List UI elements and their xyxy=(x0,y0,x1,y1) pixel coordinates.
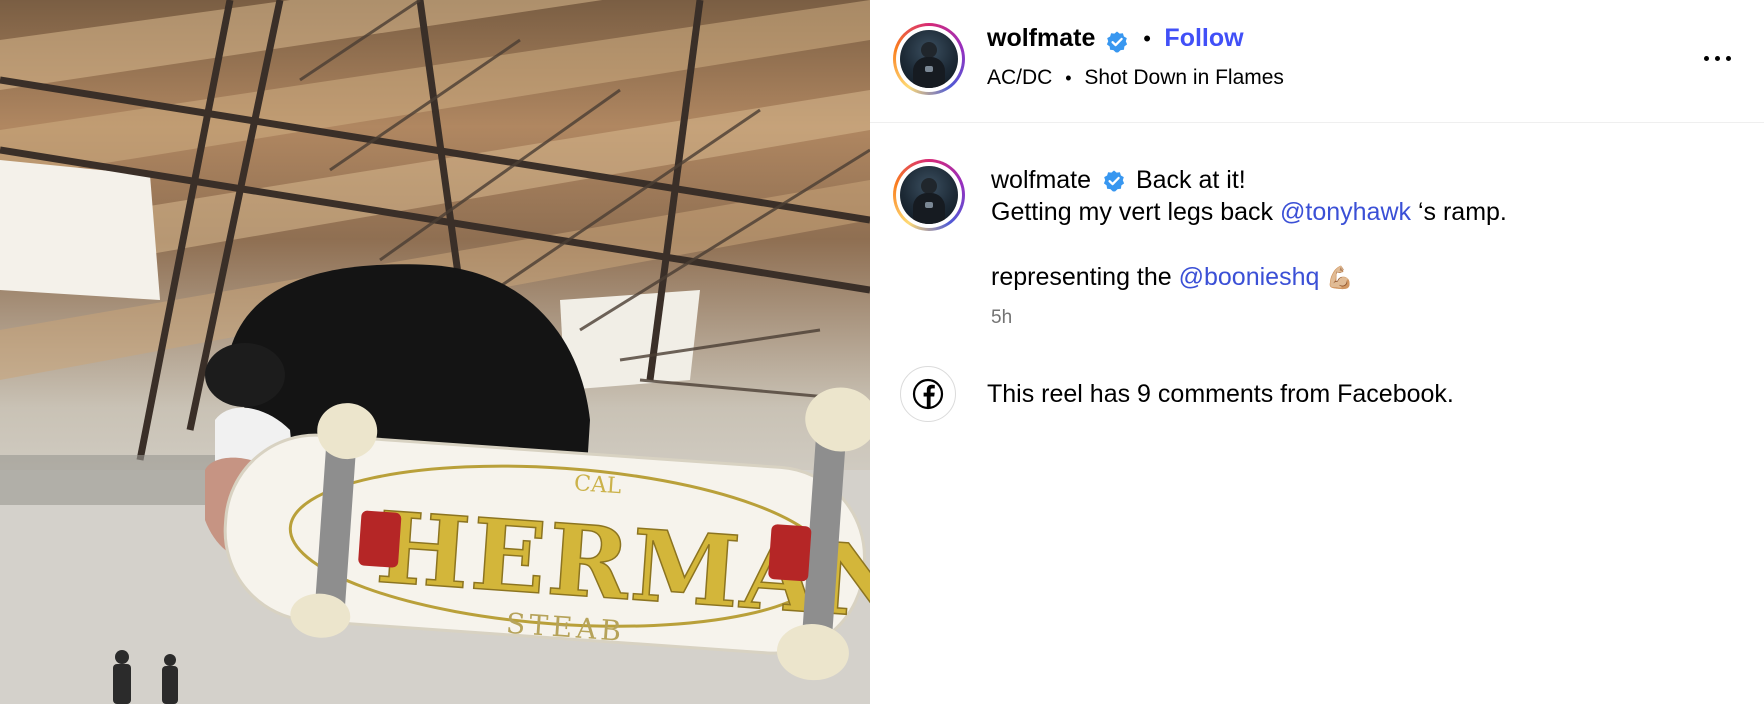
audio-artist[interactable]: AC/DC xyxy=(987,66,1052,89)
mention-link-boonieshq[interactable]: @boonieshq xyxy=(1179,263,1320,291)
facebook-icon xyxy=(912,378,944,410)
author-avatar[interactable] xyxy=(893,23,965,95)
post-header: wolfmate • Follow AC/DC • Shot Down in F… xyxy=(870,0,1764,123)
flexed-biceps-emoji: 💪🏼 xyxy=(1326,265,1354,290)
reel-video[interactable]: HERMANN CAL STEAB xyxy=(0,0,870,704)
audio-info[interactable]: AC/DC • Shot Down in Flames xyxy=(987,66,1284,90)
caption-author-avatar[interactable] xyxy=(893,159,965,231)
caption-text: representing the xyxy=(991,263,1179,291)
verified-badge-icon xyxy=(1103,170,1125,192)
caption-text: Back at it! xyxy=(1135,166,1246,194)
caption-line-1: wolfmate Back at it! xyxy=(991,166,1246,195)
caption-line-3: representing the @boonieshq 💪🏼 xyxy=(991,263,1354,292)
post-timestamp[interactable]: 5h xyxy=(991,307,1012,329)
caption-line-2: Getting my vert legs back @tonyhawk ‘s r… xyxy=(991,198,1507,227)
reel-video-frame: HERMANN CAL STEAB xyxy=(0,0,870,704)
caption-text: Getting my vert legs back xyxy=(991,198,1281,226)
caption-author-username[interactable]: wolfmate xyxy=(991,166,1091,194)
verified-badge-icon xyxy=(1106,31,1127,53)
facebook-icon-container xyxy=(900,366,956,422)
audio-title[interactable]: Shot Down in Flames xyxy=(1084,66,1284,89)
post-details-panel: wolfmate • Follow AC/DC • Shot Down in F… xyxy=(870,0,1764,704)
audio-separator: • xyxy=(1065,68,1072,88)
header-separator: • xyxy=(1143,26,1151,51)
facebook-comments-notice[interactable]: This reel has 9 comments from Facebook. xyxy=(987,380,1454,409)
caption-text: ‘s ramp. xyxy=(1411,198,1507,226)
post-header-title-row: wolfmate • Follow xyxy=(987,24,1244,54)
more-options-icon[interactable] xyxy=(1700,40,1736,76)
mention-link-tonyhawk[interactable]: @tonyhawk xyxy=(1280,198,1411,226)
follow-button[interactable]: Follow xyxy=(1164,24,1243,52)
board-top-text: CAL xyxy=(573,471,622,499)
author-username[interactable]: wolfmate xyxy=(987,24,1095,52)
